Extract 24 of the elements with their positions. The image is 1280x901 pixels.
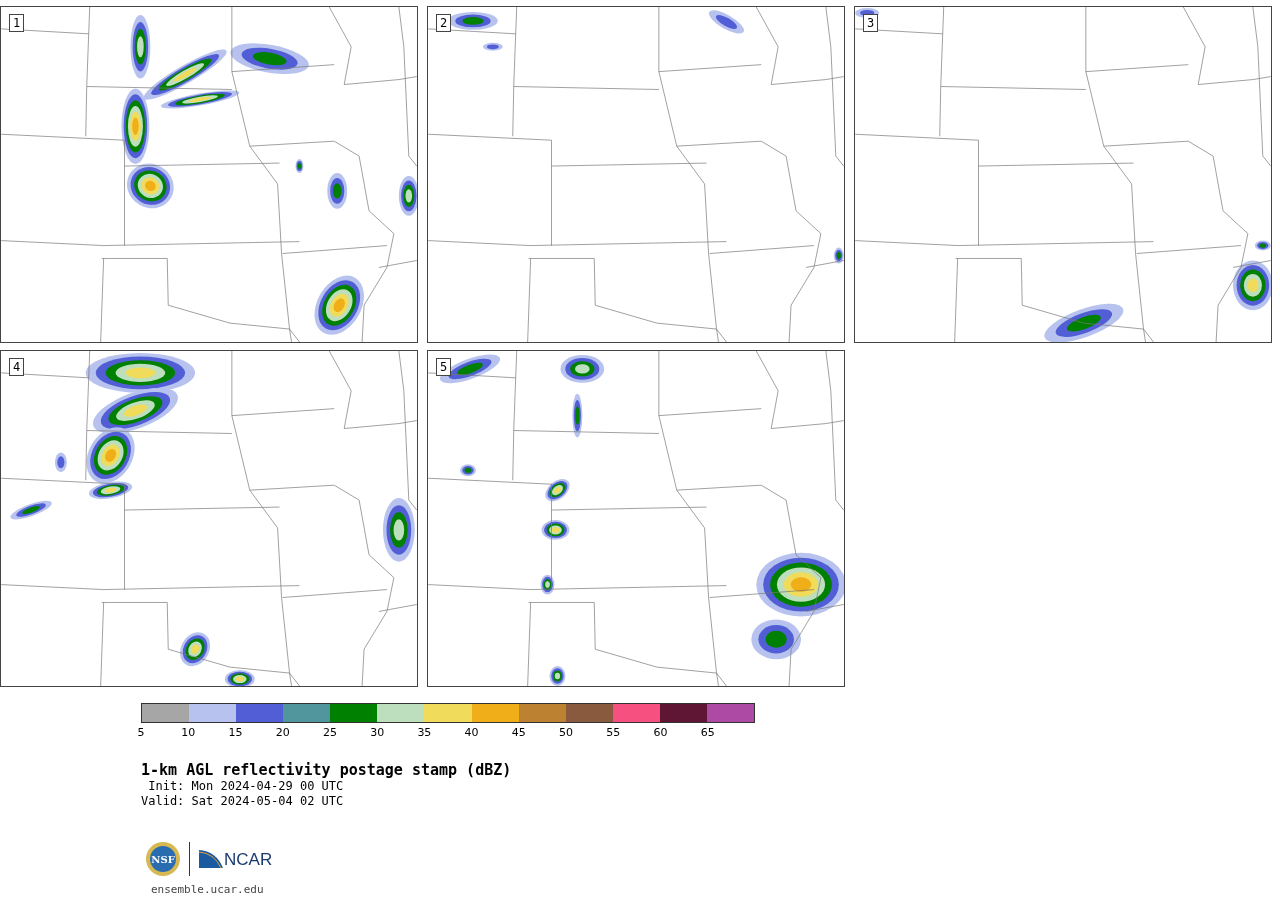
panel-number: 2 — [436, 14, 452, 32]
colorbar-tick-label: 25 — [322, 727, 337, 739]
colorbar-tick-label: 40 — [464, 727, 479, 739]
init-time: Init: Mon 2024-04-29 00 UTC — [147, 779, 345, 794]
colorbar-tick-label: 15 — [228, 727, 243, 739]
valid-time: Valid: Sat 2024-05-04 02 UTC — [141, 794, 345, 809]
colorbar-tick-label: 35 — [417, 727, 432, 739]
panel-number: 4 — [9, 358, 25, 376]
panel-number: 5 — [436, 358, 452, 376]
website-url: ensemble.ucar.edu — [151, 883, 265, 896]
colorbar-tick-label: 65 — [700, 727, 715, 739]
colorbar-tick-label: 5 — [137, 727, 145, 739]
nsf-logo: NSF — [145, 841, 181, 877]
panel-number: 3 — [863, 14, 879, 32]
colorbar-tick-label: 20 — [275, 727, 290, 739]
colorbar-tick-label: 55 — [606, 727, 621, 739]
plot-title: 1-km AGL reflectivity postage stamp (dBZ) — [141, 761, 513, 779]
colorbar-tick-label: 10 — [181, 727, 196, 739]
panel-number: 1 — [9, 14, 25, 32]
colorbar-tick-label: 60 — [653, 727, 668, 739]
ncar-logo: NCAR — [198, 849, 273, 869]
colorbar-tick-label: 50 — [559, 727, 574, 739]
colorbar-tick-label: 45 — [511, 727, 526, 739]
colorbar-tick-label: 30 — [370, 727, 385, 739]
